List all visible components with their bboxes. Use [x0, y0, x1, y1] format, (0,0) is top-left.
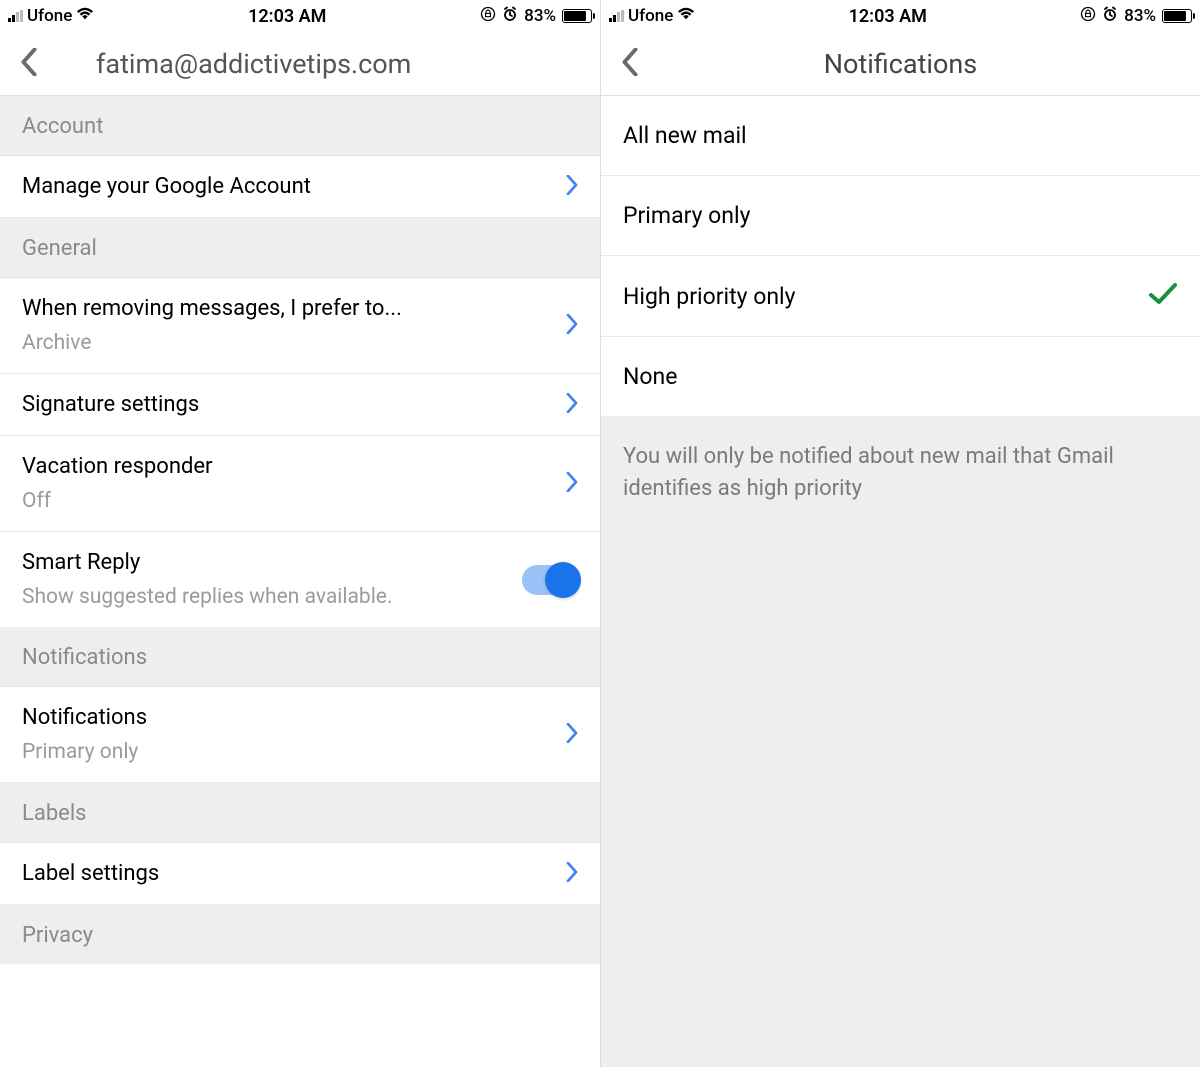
chevron-right-icon [566, 393, 578, 417]
settings-screen: Ufone 12:03 AM 83% fatima@addictivetips.… [0, 0, 600, 1067]
page-title: Notifications [621, 48, 1180, 80]
chevron-right-icon [566, 472, 578, 496]
section-header-labels: Labels [0, 783, 600, 843]
signal-icon [609, 10, 624, 22]
row-label: When removing messages, I prefer to... [22, 296, 566, 321]
nav-header: Notifications [601, 32, 1200, 96]
option-primary-only[interactable]: Primary only [601, 176, 1200, 256]
row-value: Primary only [22, 740, 566, 764]
row-sub-label: Show suggested replies when available. [22, 585, 522, 609]
orientation-lock-icon [1080, 6, 1096, 26]
footer-description: You will only be notified about new mail… [601, 417, 1200, 1067]
row-label: Smart Reply [22, 550, 522, 575]
time-label: 12:03 AM [849, 6, 927, 27]
option-label: High priority only [623, 283, 796, 310]
smart-reply-row: Smart Reply Show suggested replies when … [0, 532, 600, 627]
battery-icon [1162, 9, 1192, 23]
section-header-notifications: Notifications [0, 627, 600, 687]
row-label: Vacation responder [22, 454, 566, 479]
wifi-icon [76, 6, 94, 26]
smart-reply-toggle[interactable] [522, 565, 578, 595]
option-label: All new mail [623, 122, 747, 149]
label-settings-row[interactable]: Label settings [0, 843, 600, 905]
checkmark-icon [1148, 282, 1178, 310]
carrier-label: Ufone [628, 6, 673, 26]
back-button[interactable] [20, 48, 56, 80]
row-value: Archive [22, 331, 566, 355]
alarm-icon [1102, 6, 1118, 26]
row-value: Off [22, 489, 566, 513]
option-label: Primary only [623, 202, 750, 229]
row-label: Notifications [22, 705, 566, 730]
battery-percent-label: 83% [524, 6, 556, 26]
notifications-row[interactable]: Notifications Primary only [0, 687, 600, 783]
section-header-privacy: Privacy [0, 905, 600, 964]
row-label: Manage your Google Account [22, 174, 566, 199]
vacation-responder-row[interactable]: Vacation responder Off [0, 436, 600, 532]
row-label: Label settings [22, 861, 566, 886]
row-label: Signature settings [22, 392, 566, 417]
wifi-icon [677, 6, 695, 26]
manage-google-account-row[interactable]: Manage your Google Account [0, 156, 600, 218]
carrier-label: Ufone [27, 6, 72, 26]
page-title: fatima@addictivetips.com [56, 48, 580, 80]
option-all-new-mail[interactable]: All new mail [601, 96, 1200, 176]
battery-icon [562, 9, 592, 23]
time-label: 12:03 AM [248, 6, 326, 27]
chevron-right-icon [566, 862, 578, 886]
chevron-right-icon [566, 314, 578, 338]
orientation-lock-icon [480, 6, 496, 26]
notifications-screen: Ufone 12:03 AM 83% Notifications All new… [600, 0, 1200, 1067]
chevron-right-icon [566, 175, 578, 199]
section-header-account: Account [0, 96, 600, 156]
status-bar: Ufone 12:03 AM 83% [0, 0, 600, 32]
nav-header: fatima@addictivetips.com [0, 32, 600, 96]
alarm-icon [502, 6, 518, 26]
option-label: None [623, 363, 677, 390]
battery-percent-label: 83% [1124, 6, 1156, 26]
option-high-priority-only[interactable]: High priority only [601, 256, 1200, 337]
removing-messages-row[interactable]: When removing messages, I prefer to... A… [0, 278, 600, 374]
signal-icon [8, 10, 23, 22]
signature-settings-row[interactable]: Signature settings [0, 374, 600, 436]
section-header-general: General [0, 218, 600, 278]
status-bar: Ufone 12:03 AM 83% [601, 0, 1200, 32]
chevron-right-icon [566, 723, 578, 747]
option-none[interactable]: None [601, 337, 1200, 417]
